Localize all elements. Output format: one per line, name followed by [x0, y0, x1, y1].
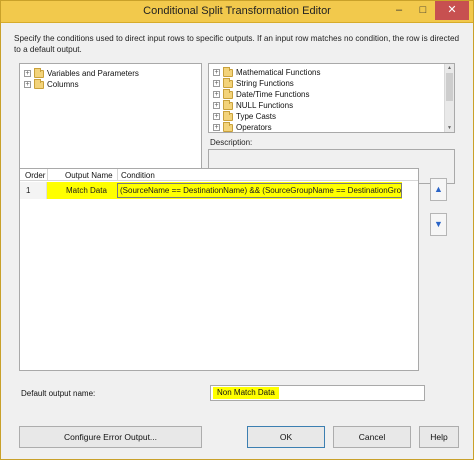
column-header-output-name[interactable]: Output Name — [65, 171, 113, 180]
default-output-value: Non Match Data — [213, 387, 279, 399]
scroll-up-icon[interactable]: ▲ — [445, 64, 454, 72]
expand-icon[interactable]: + — [24, 81, 31, 88]
variables-columns-tree[interactable]: + Variables and Parameters + Columns — [19, 63, 202, 184]
folder-icon — [34, 78, 44, 89]
column-header-condition[interactable]: Condition — [121, 171, 155, 180]
tree-node-label: String Functions — [236, 79, 294, 88]
folder-icon — [223, 110, 233, 121]
cancel-button[interactable]: Cancel — [333, 426, 411, 448]
condition-cell[interactable]: (SourceName == DestinationName) && (Sour… — [117, 182, 402, 199]
tree-node-label: Date/Time Functions — [236, 90, 310, 99]
tree-node-typecasts[interactable]: + Type Casts — [213, 110, 277, 122]
expand-icon[interactable]: + — [213, 124, 220, 131]
expand-icon[interactable]: + — [213, 91, 220, 98]
tree-node-operators[interactable]: + Operators — [213, 121, 272, 133]
close-button[interactable]: ✕ — [435, 1, 469, 20]
folder-icon — [223, 66, 233, 77]
tree-node-label: Type Casts — [236, 112, 277, 121]
configure-error-output-button[interactable]: Configure Error Output... — [19, 426, 202, 448]
conditions-grid[interactable]: Order Output Name Condition 1 Match Data… — [19, 168, 419, 371]
folder-icon — [34, 67, 44, 78]
description-label: Description: — [210, 138, 253, 147]
expand-icon[interactable]: + — [213, 102, 220, 109]
help-button[interactable]: Help — [419, 426, 459, 448]
tree-node-label: Columns — [47, 80, 79, 89]
arrow-down-icon: ▼ — [434, 219, 443, 229]
output-name-cell[interactable]: Match Data — [47, 182, 117, 199]
order-cell[interactable]: 1 — [26, 182, 46, 199]
tree-node-variables[interactable]: + Variables and Parameters — [24, 67, 139, 79]
default-output-field[interactable]: Non Match Data — [210, 385, 425, 401]
tree-node-datetime[interactable]: + Date/Time Functions — [213, 88, 310, 100]
folder-icon — [223, 99, 233, 110]
tree-node-label: Operators — [236, 123, 272, 132]
tree-node-mathematical[interactable]: + Mathematical Functions — [213, 66, 321, 78]
tree-node-columns[interactable]: + Columns — [24, 78, 79, 90]
title-bar[interactable]: Conditional Split Transformation Editor … — [1, 1, 473, 23]
column-divider — [117, 169, 118, 181]
ok-button[interactable]: OK — [247, 426, 325, 448]
folder-icon — [223, 121, 233, 132]
expand-icon[interactable]: + — [24, 70, 31, 77]
tree-node-null[interactable]: + NULL Functions — [213, 99, 294, 111]
grid-header: Order Output Name Condition — [20, 169, 418, 181]
scrollbar-thumb[interactable] — [446, 73, 453, 101]
table-row[interactable]: 1 Match Data (SourceName == DestinationN… — [20, 182, 418, 199]
scroll-down-icon[interactable]: ▼ — [445, 124, 454, 132]
tree-node-label: Mathematical Functions — [236, 68, 321, 77]
expand-icon[interactable]: + — [213, 80, 220, 87]
maximize-button[interactable]: □ — [411, 1, 435, 20]
tree-node-string[interactable]: + String Functions — [213, 77, 294, 89]
editor-window: Conditional Split Transformation Editor … — [0, 0, 474, 460]
arrow-up-icon: ▲ — [434, 184, 443, 194]
column-header-order[interactable]: Order — [25, 171, 45, 180]
instructions-text: Specify the conditions used to direct in… — [14, 34, 460, 54]
folder-icon — [223, 77, 233, 88]
expand-icon[interactable]: + — [213, 113, 220, 120]
functions-scrollbar[interactable]: ▲ ▼ — [444, 64, 454, 132]
condition-input[interactable]: (SourceName == DestinationName) && (Sour… — [117, 183, 402, 198]
functions-tree[interactable]: + Mathematical Functions + String Functi… — [208, 63, 455, 133]
column-divider — [47, 169, 48, 181]
folder-icon — [223, 88, 233, 99]
default-output-label: Default output name: — [21, 389, 96, 398]
minimize-button[interactable]: – — [387, 1, 411, 20]
tree-node-label: Variables and Parameters — [47, 69, 139, 78]
expand-icon[interactable]: + — [213, 69, 220, 76]
tree-node-label: NULL Functions — [236, 101, 294, 110]
move-up-button[interactable]: ▲ — [430, 178, 447, 201]
move-down-button[interactable]: ▼ — [430, 213, 447, 236]
